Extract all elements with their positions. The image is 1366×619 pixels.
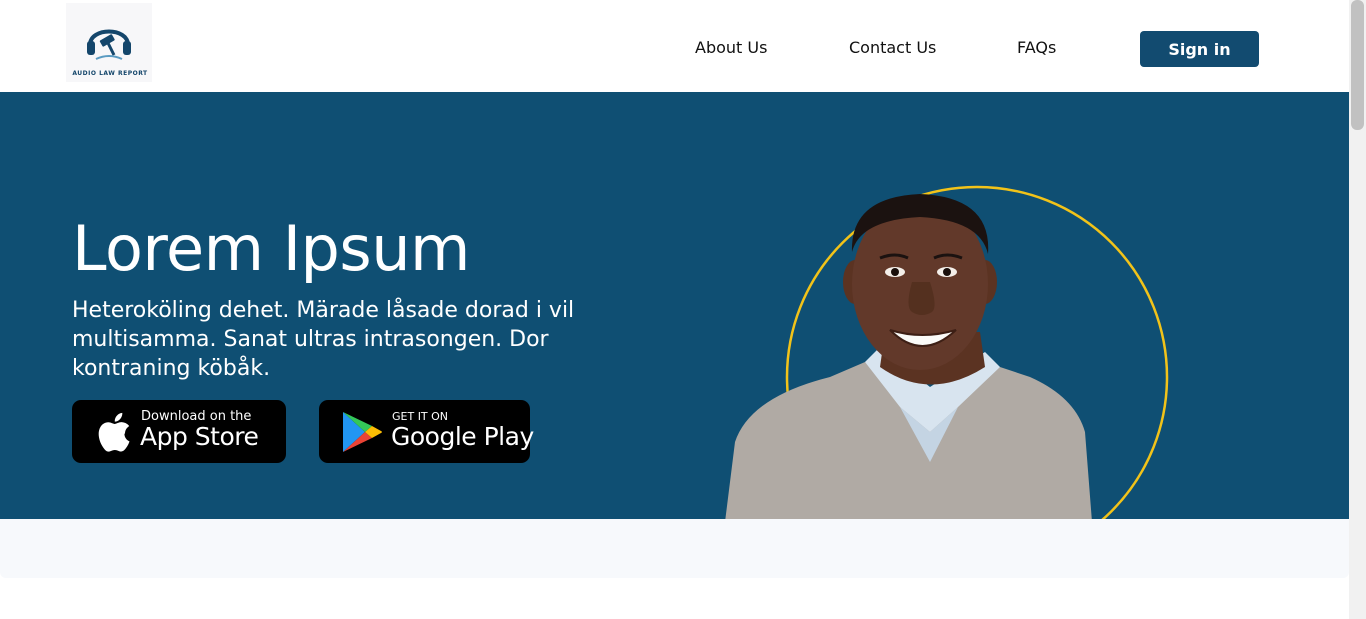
scrollbar-thumb[interactable] [1351,0,1364,130]
app-store-label: App Store [140,422,259,451]
logo-text: AUDIO LAW REPORT [72,70,148,77]
page-scrollbar[interactable] [1349,0,1366,619]
sign-in-button[interactable]: Sign in [1140,31,1259,67]
google-play-button[interactable]: GET IT ON Google Play [319,400,534,463]
nav-about-us[interactable]: About Us [695,38,767,57]
google-play-label: Google Play [391,422,534,451]
hero-title: Lorem Ipsum [72,212,470,285]
google-play-icon [343,412,382,452]
hero-portrait-image [725,185,1169,519]
site-header: AUDIO LAW REPORT About Us Contact Us FAQ… [0,0,1349,92]
content-band [0,519,1349,578]
hero-section: Lorem Ipsum Heteroköling dehet. Märade l… [0,92,1349,519]
app-store-button[interactable]: Download on the App Store [72,400,286,463]
apple-icon [98,412,130,452]
hero-subtitle: Heteroköling dehet. Märade låsade dorad … [72,298,575,381]
logo[interactable]: AUDIO LAW REPORT [66,3,152,82]
nav-faqs[interactable]: FAQs [1017,38,1056,57]
nav-contact-us[interactable]: Contact Us [849,38,936,57]
headphones-gavel-icon [87,29,131,60]
